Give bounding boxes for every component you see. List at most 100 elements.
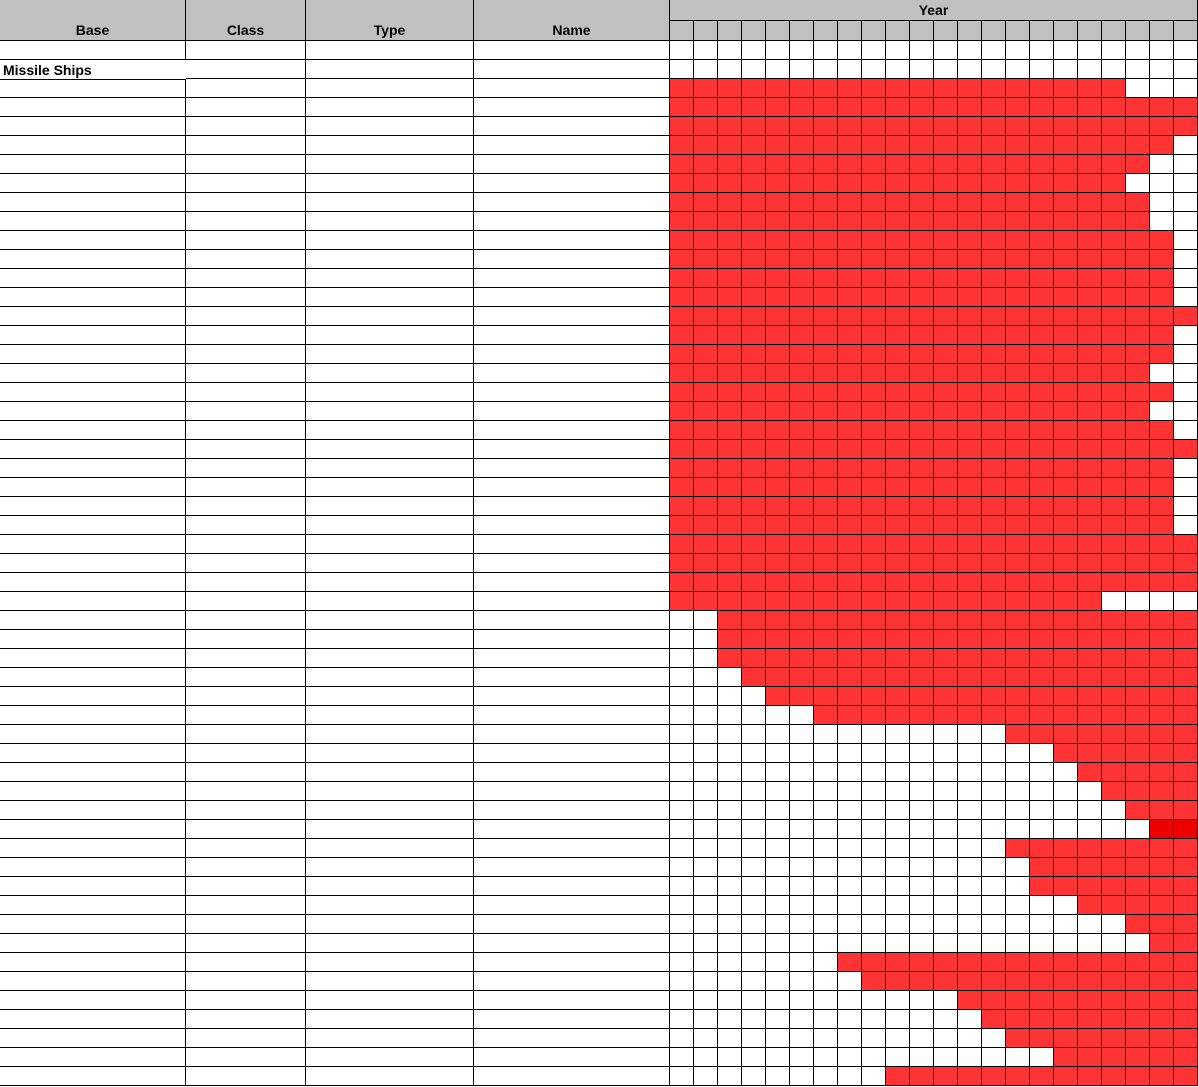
service-year-active[interactable]	[1030, 364, 1054, 383]
service-year-active[interactable]	[790, 231, 814, 250]
cell-type[interactable]	[306, 345, 474, 364]
service-year-active[interactable]	[742, 250, 766, 269]
cell-name[interactable]	[474, 307, 670, 326]
service-year-active[interactable]	[862, 668, 886, 687]
service-year-inactive[interactable]	[982, 858, 1006, 877]
service-year-inactive[interactable]	[910, 1010, 934, 1029]
service-year-active[interactable]	[1102, 573, 1126, 592]
service-year-active[interactable]	[1054, 554, 1078, 573]
service-year-active[interactable]	[1102, 1048, 1126, 1067]
service-year-active[interactable]	[694, 174, 718, 193]
service-year-active[interactable]	[814, 573, 838, 592]
service-year-active[interactable]	[886, 611, 910, 630]
service-year-active[interactable]	[1078, 345, 1102, 364]
service-year-active[interactable]	[1006, 421, 1030, 440]
service-year-active[interactable]	[838, 288, 862, 307]
service-year-active[interactable]	[1006, 649, 1030, 668]
service-year-active[interactable]	[1150, 725, 1174, 744]
service-year-active[interactable]	[886, 269, 910, 288]
service-year-active[interactable]	[838, 174, 862, 193]
service-year-active[interactable]	[1126, 858, 1150, 877]
service-year-inactive[interactable]	[910, 820, 934, 839]
service-year-inactive[interactable]	[862, 915, 886, 934]
service-year-inactive[interactable]	[1174, 269, 1198, 288]
service-year-inactive[interactable]	[838, 915, 862, 934]
service-year-active[interactable]	[886, 535, 910, 554]
service-year-active[interactable]	[910, 649, 934, 668]
service-year-inactive[interactable]	[694, 991, 718, 1010]
cell-class[interactable]	[186, 972, 306, 991]
service-year-active[interactable]	[1126, 782, 1150, 801]
service-year-inactive[interactable]	[1126, 820, 1150, 839]
service-year-active[interactable]	[1126, 896, 1150, 915]
service-year-inactive[interactable]	[958, 877, 982, 896]
cell-base[interactable]	[0, 858, 186, 877]
service-year-active[interactable]	[814, 212, 838, 231]
cell-class[interactable]	[186, 212, 306, 231]
service-year-inactive[interactable]	[862, 839, 886, 858]
service-year-inactive[interactable]	[718, 896, 742, 915]
service-year-active[interactable]	[1078, 858, 1102, 877]
service-year-active[interactable]	[1174, 744, 1198, 763]
service-year-inactive[interactable]	[718, 725, 742, 744]
service-year-active[interactable]	[1054, 193, 1078, 212]
service-year-inactive[interactable]	[1174, 383, 1198, 402]
service-year-active[interactable]	[1174, 611, 1198, 630]
service-year-active[interactable]	[670, 288, 694, 307]
service-year-inactive[interactable]	[1174, 345, 1198, 364]
cell-class[interactable]	[186, 858, 306, 877]
cell-type[interactable]	[306, 896, 474, 915]
service-year-active[interactable]	[1126, 953, 1150, 972]
cell-type[interactable]	[306, 250, 474, 269]
service-year-active[interactable]	[1102, 136, 1126, 155]
cell-base[interactable]	[0, 877, 186, 896]
service-year-active[interactable]	[1054, 725, 1078, 744]
service-year-active[interactable]	[982, 250, 1006, 269]
service-year-active[interactable]	[1102, 402, 1126, 421]
service-year-inactive[interactable]	[886, 991, 910, 1010]
cell-base[interactable]	[0, 630, 186, 649]
service-year-active[interactable]	[1054, 155, 1078, 174]
service-year-inactive[interactable]	[1006, 801, 1030, 820]
service-year-active[interactable]	[766, 136, 790, 155]
service-year-active[interactable]	[1126, 744, 1150, 763]
service-year-active[interactable]	[910, 440, 934, 459]
service-year-inactive[interactable]	[766, 725, 790, 744]
service-year-inactive[interactable]	[838, 858, 862, 877]
service-year-inactive[interactable]	[814, 1010, 838, 1029]
service-year-inactive[interactable]	[670, 725, 694, 744]
service-year-active[interactable]	[886, 383, 910, 402]
cell-class[interactable]	[186, 136, 306, 155]
service-year-active[interactable]	[1174, 1029, 1198, 1048]
service-year-active[interactable]	[1054, 421, 1078, 440]
service-year-inactive[interactable]	[694, 915, 718, 934]
service-year-active[interactable]	[718, 630, 742, 649]
service-year-active[interactable]	[862, 687, 886, 706]
service-year-active[interactable]	[1102, 1067, 1126, 1086]
service-year-active[interactable]	[982, 706, 1006, 725]
service-year-active[interactable]	[1006, 174, 1030, 193]
service-year-active[interactable]	[1126, 516, 1150, 535]
service-year-inactive[interactable]	[742, 706, 766, 725]
service-year-active[interactable]	[742, 516, 766, 535]
service-year-active[interactable]	[1102, 1010, 1126, 1029]
cell-name[interactable]	[474, 687, 670, 706]
service-year-active[interactable]	[910, 155, 934, 174]
service-year-inactive[interactable]	[814, 953, 838, 972]
service-year-active[interactable]	[718, 98, 742, 117]
service-year-inactive[interactable]	[694, 763, 718, 782]
service-year-active[interactable]	[1102, 687, 1126, 706]
service-year-active[interactable]	[814, 79, 838, 98]
service-year-inactive[interactable]	[670, 1010, 694, 1029]
service-year-active[interactable]	[910, 288, 934, 307]
service-year-active[interactable]	[838, 79, 862, 98]
service-year-active[interactable]	[1030, 516, 1054, 535]
service-year-active[interactable]	[814, 117, 838, 136]
service-year-inactive[interactable]	[670, 801, 694, 820]
service-year-active[interactable]	[1102, 288, 1126, 307]
cell-class[interactable]	[186, 478, 306, 497]
cell-base[interactable]	[0, 516, 186, 535]
service-year-active[interactable]	[982, 611, 1006, 630]
service-year-inactive[interactable]	[670, 630, 694, 649]
service-year-active[interactable]	[694, 288, 718, 307]
